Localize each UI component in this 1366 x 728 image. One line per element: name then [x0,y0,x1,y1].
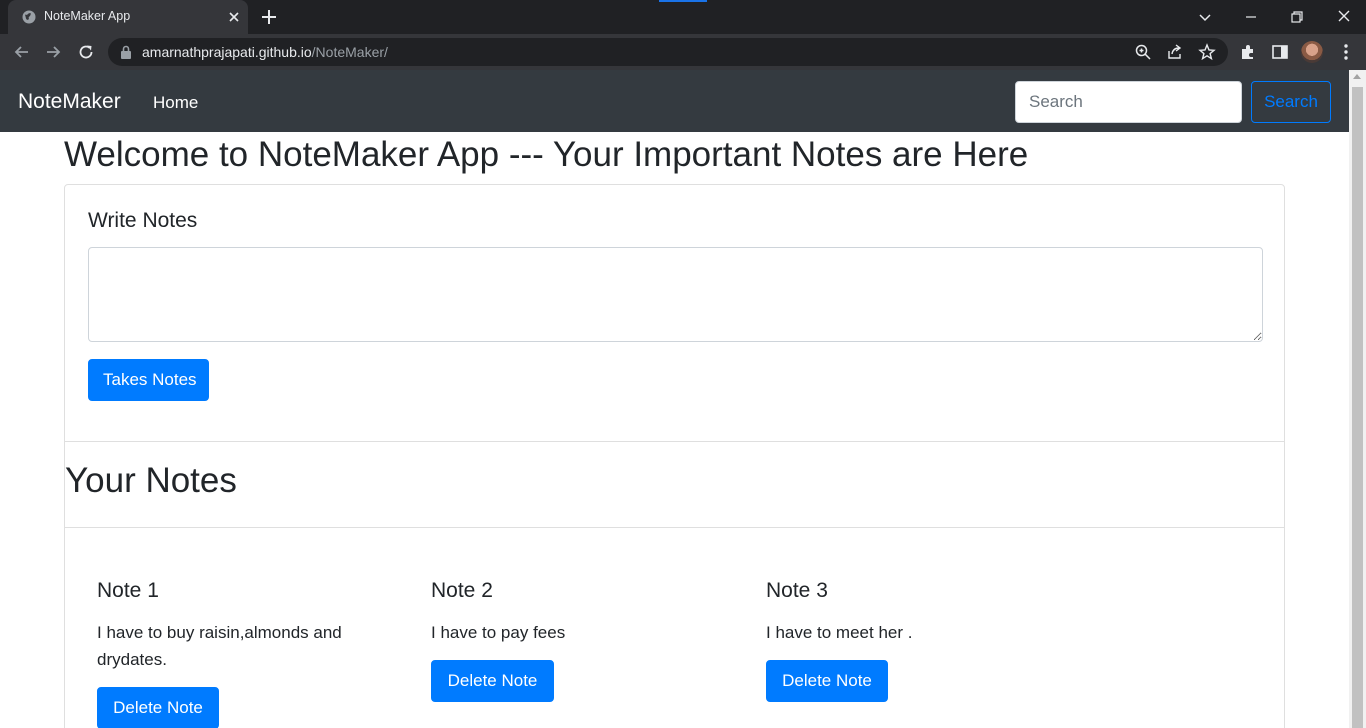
url-host: amarnathprajapati.github.io [142,44,312,60]
your-notes-heading: Your Notes [65,461,237,500]
vertical-scrollbar[interactable] [1349,70,1366,728]
take-notes-button[interactable]: Takes Notes [88,359,209,401]
plus-icon[interactable] [260,8,278,26]
close-window-icon[interactable] [1334,6,1354,26]
side-panel-icon[interactable] [1270,42,1290,62]
chevron-down-icon[interactable] [1196,8,1214,26]
forward-arrow-icon[interactable] [43,42,63,62]
browser-tabstrip: NoteMaker App [0,0,1366,34]
share-icon[interactable] [1166,43,1184,61]
scroll-up-arrow-icon[interactable] [1353,74,1361,79]
site-navbar: NoteMaker Home Search [0,70,1349,132]
note-text: I have to buy raisin,almonds and drydate… [97,623,342,669]
star-icon[interactable] [1198,43,1216,61]
kebab-menu-icon[interactable] [1336,42,1356,62]
zoom-icon[interactable] [1134,43,1152,61]
url-path: /NoteMaker/ [311,44,388,60]
scrollbar-thumb[interactable] [1352,87,1363,728]
navbar-brand[interactable]: NoteMaker [18,90,121,114]
restore-icon[interactable] [1288,8,1306,26]
note-textarea[interactable] [88,247,1263,342]
globe-icon [22,10,36,24]
minimize-icon[interactable] [1242,8,1260,26]
back-arrow-icon[interactable] [12,42,32,62]
divider [65,441,1284,442]
nav-link-home[interactable]: Home [153,93,198,113]
search-button[interactable]: Search [1251,81,1331,123]
reload-icon[interactable] [76,42,96,62]
puzzle-icon[interactable] [1238,42,1258,62]
note-title: Note 2 [431,579,493,602]
delete-note-button[interactable]: Delete Note [431,660,554,702]
note-title: Note 3 [766,579,828,602]
note-text: I have to meet her . [766,623,913,642]
divider [65,527,1284,528]
address-bar[interactable]: amarnathprajapati.github.io/NoteMaker/ [108,38,1228,66]
profile-avatar[interactable] [1301,41,1323,63]
close-icon[interactable] [226,9,242,25]
page-title: Welcome to NoteMaker App --- Your Import… [64,135,1029,174]
url-text: amarnathprajapati.github.io/NoteMaker/ [142,44,388,60]
page-viewport: NoteMaker Home Search Welcome to NoteMak… [0,70,1366,728]
write-notes-title: Write Notes [88,209,198,232]
delete-note-button[interactable]: Delete Note [97,687,219,728]
browser-tab[interactable]: NoteMaker App [8,0,248,34]
search-input[interactable] [1015,81,1242,123]
note-title: Note 1 [97,579,159,602]
tab-strip-indicator [659,0,707,2]
delete-note-button[interactable]: Delete Note [766,660,888,702]
tab-title: NoteMaker App [44,9,131,23]
browser-toolbar: amarnathprajapati.github.io/NoteMaker/ [0,34,1366,70]
lock-icon[interactable] [120,45,132,59]
notes-card: Write Notes Takes Notes Your Notes Note … [64,184,1285,728]
note-text: I have to pay fees [431,623,566,642]
